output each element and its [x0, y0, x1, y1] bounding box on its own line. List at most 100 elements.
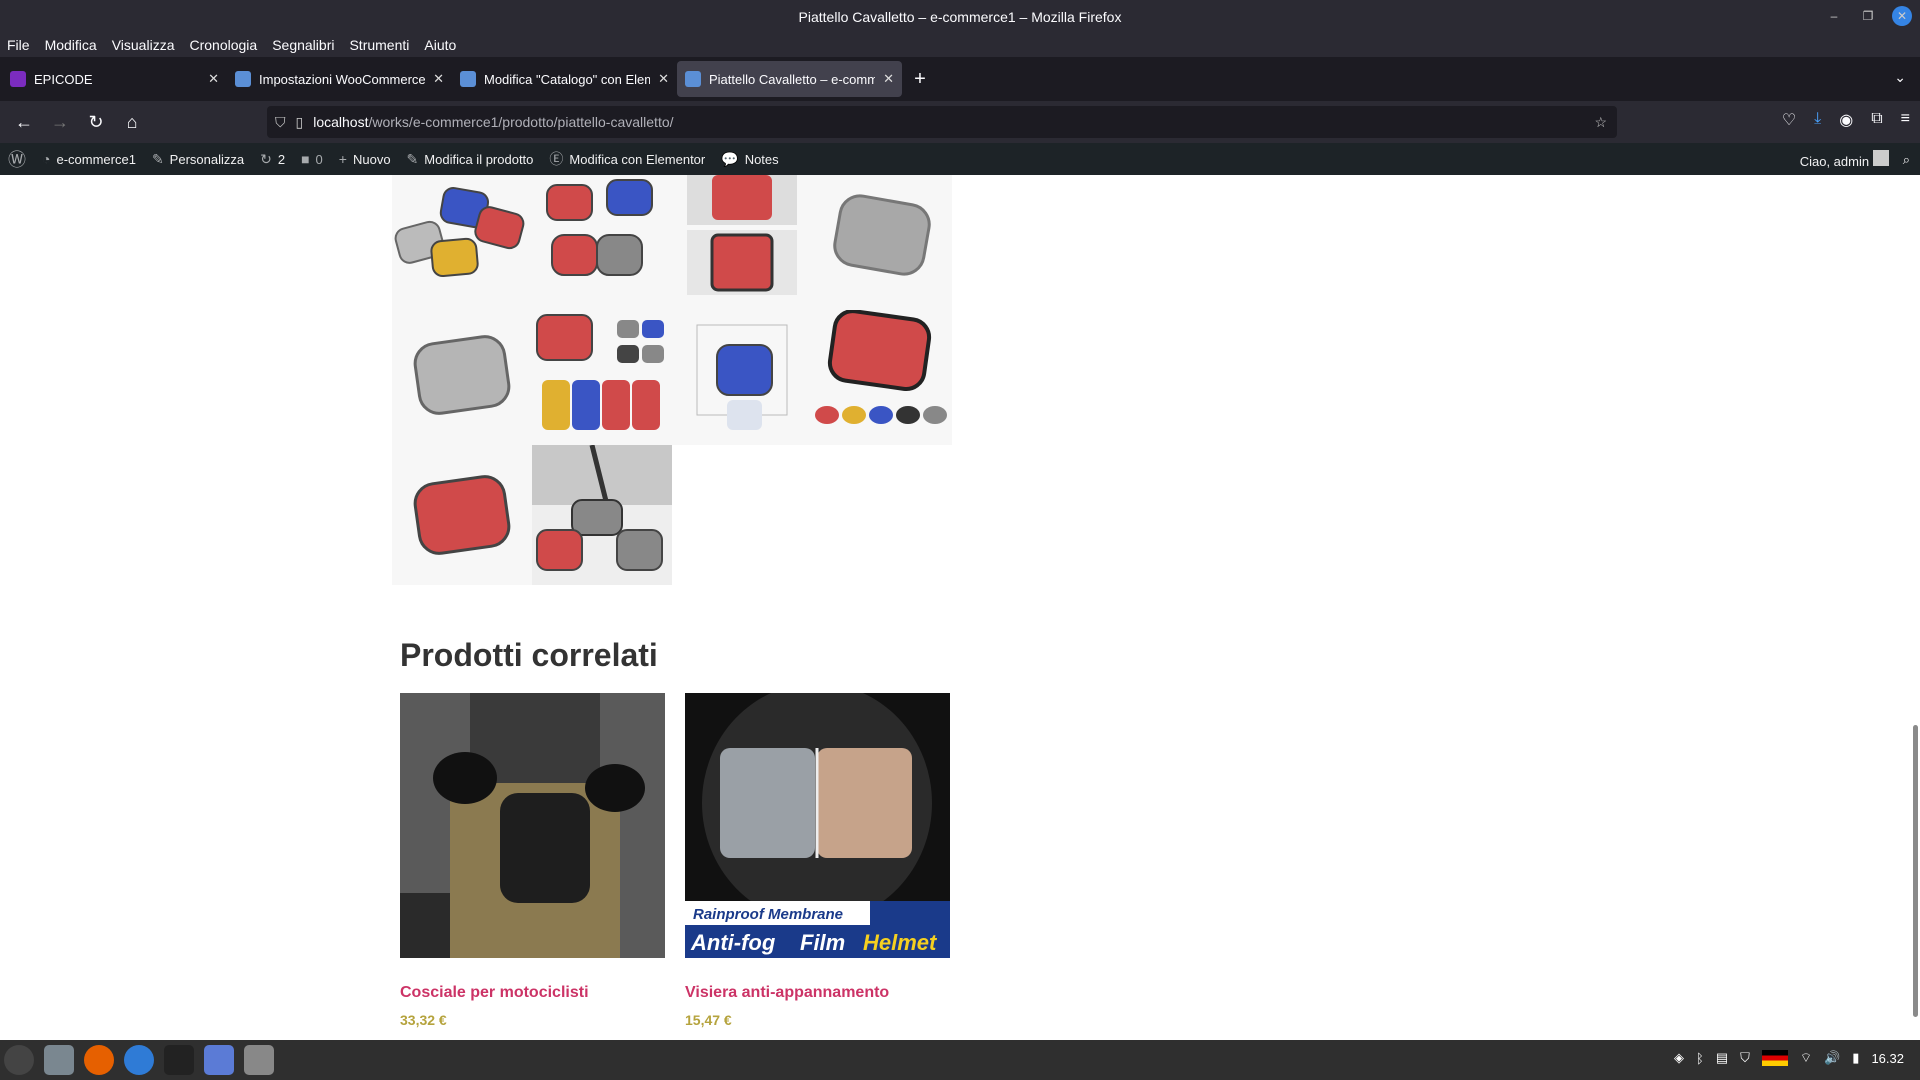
url-path: /works/e-commerce1/prodotto/piattello-ca… [368, 114, 674, 130]
update-icon: ↻ [260, 150, 272, 167]
close-tab-icon[interactable]: ✕ [883, 71, 894, 87]
close-tab-icon[interactable]: ✕ [658, 71, 669, 87]
extensions-icon[interactable]: ⧉ [1871, 110, 1882, 130]
close-tab-icon[interactable]: ✕ [433, 71, 444, 87]
product-name[interactable]: Visiera anti-appannamento [685, 984, 950, 1002]
product-card[interactable]: Rainproof Membrane Anti-fog Film Helmet … [685, 693, 950, 1028]
banner-helmet: Helmet [863, 930, 938, 955]
wordpress-logo-icon[interactable]: Ⓦ [8, 146, 26, 172]
tab-list-chevron-down-icon[interactable]: ⌄ [1894, 69, 1906, 86]
tab-title: EPICODE [34, 71, 93, 87]
gallery-thumbnail[interactable] [532, 445, 672, 585]
forward-arrow-icon[interactable]: → [42, 112, 78, 133]
gallery-thumbnail[interactable] [392, 445, 532, 585]
stand-plate-installed-image [532, 445, 672, 571]
terminal-icon[interactable] [164, 1045, 194, 1075]
elementor-icon: Ⓔ [549, 151, 564, 167]
url-bar[interactable]: ⛉ ▯ localhost/works/e-commerce1/prodotto… [267, 106, 1617, 138]
clock[interactable]: 16.32 [1871, 1051, 1904, 1066]
back-arrow-icon[interactable]: ← [6, 112, 42, 133]
minimize-icon[interactable]: – [1824, 9, 1844, 23]
product-card[interactable]: Cosciale per motociclisti 33,32 € [400, 693, 665, 1028]
window-titlebar: Piattello Cavalletto – e-commerce1 – Moz… [0, 0, 1920, 33]
wordpress-favicon-icon [685, 71, 701, 87]
wp-notes[interactable]: 💬 Notes [721, 151, 778, 168]
tab-elementor-catalog[interactable]: Modifica "Catalogo" con Elementor ✕ [452, 61, 677, 97]
menu-visualizza[interactable]: Visualizza [112, 37, 175, 53]
helmet-visor-image: Rainproof Membrane Anti-fog Film Helmet [685, 693, 950, 958]
search-icon[interactable]: ⌕ [1903, 152, 1910, 168]
menu-segnalibri[interactable]: Segnalibri [272, 37, 334, 53]
gallery-thumbnail[interactable] [672, 305, 812, 445]
tab-woocommerce-settings[interactable]: Impostazioni WooCommerce ✕ [227, 61, 452, 97]
product-name[interactable]: Cosciale per motociclisti [400, 984, 665, 1002]
tab-epicode[interactable]: EPICODE ✕ [2, 61, 227, 97]
page-scrollbar[interactable] [1913, 725, 1918, 1017]
screenshot-icon[interactable] [204, 1045, 234, 1075]
menu-cronologia[interactable]: Cronologia [189, 37, 257, 53]
keyboard-layout-flag-icon[interactable] [1761, 1050, 1788, 1066]
home-icon[interactable]: ⌂ [114, 112, 150, 133]
pocket-icon[interactable]: ♡ [1782, 110, 1796, 130]
clipboard-icon[interactable]: ▤ [1716, 1050, 1728, 1066]
wifi-icon[interactable]: ⌔ [1800, 1050, 1812, 1066]
maximize-icon[interactable]: ❐ [1858, 9, 1878, 23]
reload-icon[interactable]: ↻ [78, 112, 114, 133]
menu-aiuto[interactable]: Aiuto [424, 37, 456, 53]
firefox-icon[interactable] [84, 1045, 114, 1075]
wp-updates[interactable]: ↻ 2 [260, 151, 285, 168]
product-price: 15,47 € [685, 1012, 732, 1028]
close-tab-icon[interactable]: ✕ [208, 71, 219, 87]
page-content: Prodotti correlati Cosciale per motocicl… [0, 175, 1920, 1040]
wp-new[interactable]: + Nuovo [339, 151, 391, 167]
banner-anti-fog: Anti-fog [690, 930, 776, 955]
window-controls: – ❐ ✕ [1824, 6, 1912, 26]
wp-customize[interactable]: ✎ Personalizza [152, 151, 244, 168]
new-tab-plus-icon[interactable]: + [902, 68, 938, 91]
shield-icon[interactable]: ⛉ [1740, 1050, 1750, 1066]
gallery-thumbnail[interactable] [812, 175, 952, 305]
mint-menu-icon[interactable] [4, 1045, 34, 1075]
banner-film: Film [800, 930, 845, 955]
gallery-thumbnail[interactable] [812, 305, 952, 445]
wp-edit-elementor[interactable]: Ⓔ Modifica con Elementor [549, 149, 705, 169]
comment-icon: ■ [301, 151, 310, 167]
page-info-icon[interactable]: ▯ [296, 114, 304, 131]
discord-icon[interactable]: ◈ [1674, 1050, 1684, 1066]
tab-piattello-cavalletto[interactable]: Piattello Cavalletto – e-commerce1 ✕ [677, 61, 902, 97]
close-icon[interactable]: ✕ [1892, 6, 1912, 26]
hamburger-menu-icon[interactable]: ≡ [1901, 110, 1910, 130]
wp-site-name[interactable]: ◔ e-commerce1 [42, 151, 136, 167]
navigation-bar: ← → ↻ ⌂ ⛉ ▯ localhost/works/e-commerce1/… [0, 101, 1920, 143]
product-image[interactable] [400, 693, 665, 958]
wp-edit-product[interactable]: ✎ Modifica il prodotto [407, 151, 534, 168]
wp-comments[interactable]: ■ 0 [301, 151, 323, 167]
tab-title: Modifica "Catalogo" con Elementor [484, 71, 651, 87]
gallery-thumbnail[interactable] [392, 305, 532, 445]
menu-file[interactable]: File [7, 37, 30, 53]
gallery-thumbnail[interactable] [532, 305, 672, 445]
wp-account[interactable]: Ciao, admin [1800, 150, 1889, 169]
menu-strumenti[interactable]: Strumenti [349, 37, 409, 53]
wordpress-favicon-icon [235, 71, 251, 87]
battery-icon[interactable]: ▮ [1852, 1050, 1859, 1066]
stand-plates-image [394, 187, 525, 278]
shield-icon[interactable]: ⛉ [275, 114, 286, 131]
thigh-bag-image [400, 693, 665, 958]
wp-admin-bar: Ⓦ ◔ e-commerce1 ✎ Personalizza ↻ 2 ■ 0 + Nuov… [0, 143, 1920, 175]
product-image[interactable]: Rainproof Membrane Anti-fog Film Helmet [685, 693, 950, 958]
settings-gear-icon[interactable] [244, 1045, 274, 1075]
menu-modifica[interactable]: Modifica [45, 37, 97, 53]
account-icon[interactable]: ◉ [1839, 110, 1853, 130]
bluetooth-icon[interactable]: ᛒ [1696, 1051, 1704, 1066]
thunderbird-icon[interactable] [124, 1045, 154, 1075]
gallery-thumbnail[interactable] [532, 175, 672, 305]
volume-icon[interactable]: 🔊 [1824, 1050, 1840, 1066]
gallery-thumbnail[interactable] [392, 175, 532, 305]
bookmark-star-icon[interactable]: ☆ [1594, 114, 1607, 131]
taskbar: ◈ ᛒ ▤ ⛉ ⌔ 🔊 ▮ 16.32 [0, 1040, 1920, 1080]
gallery-thumbnail[interactable] [672, 175, 812, 305]
files-icon[interactable] [44, 1045, 74, 1075]
downloads-icon[interactable]: ⤓ [1814, 110, 1821, 130]
stand-plate-image [833, 194, 931, 276]
